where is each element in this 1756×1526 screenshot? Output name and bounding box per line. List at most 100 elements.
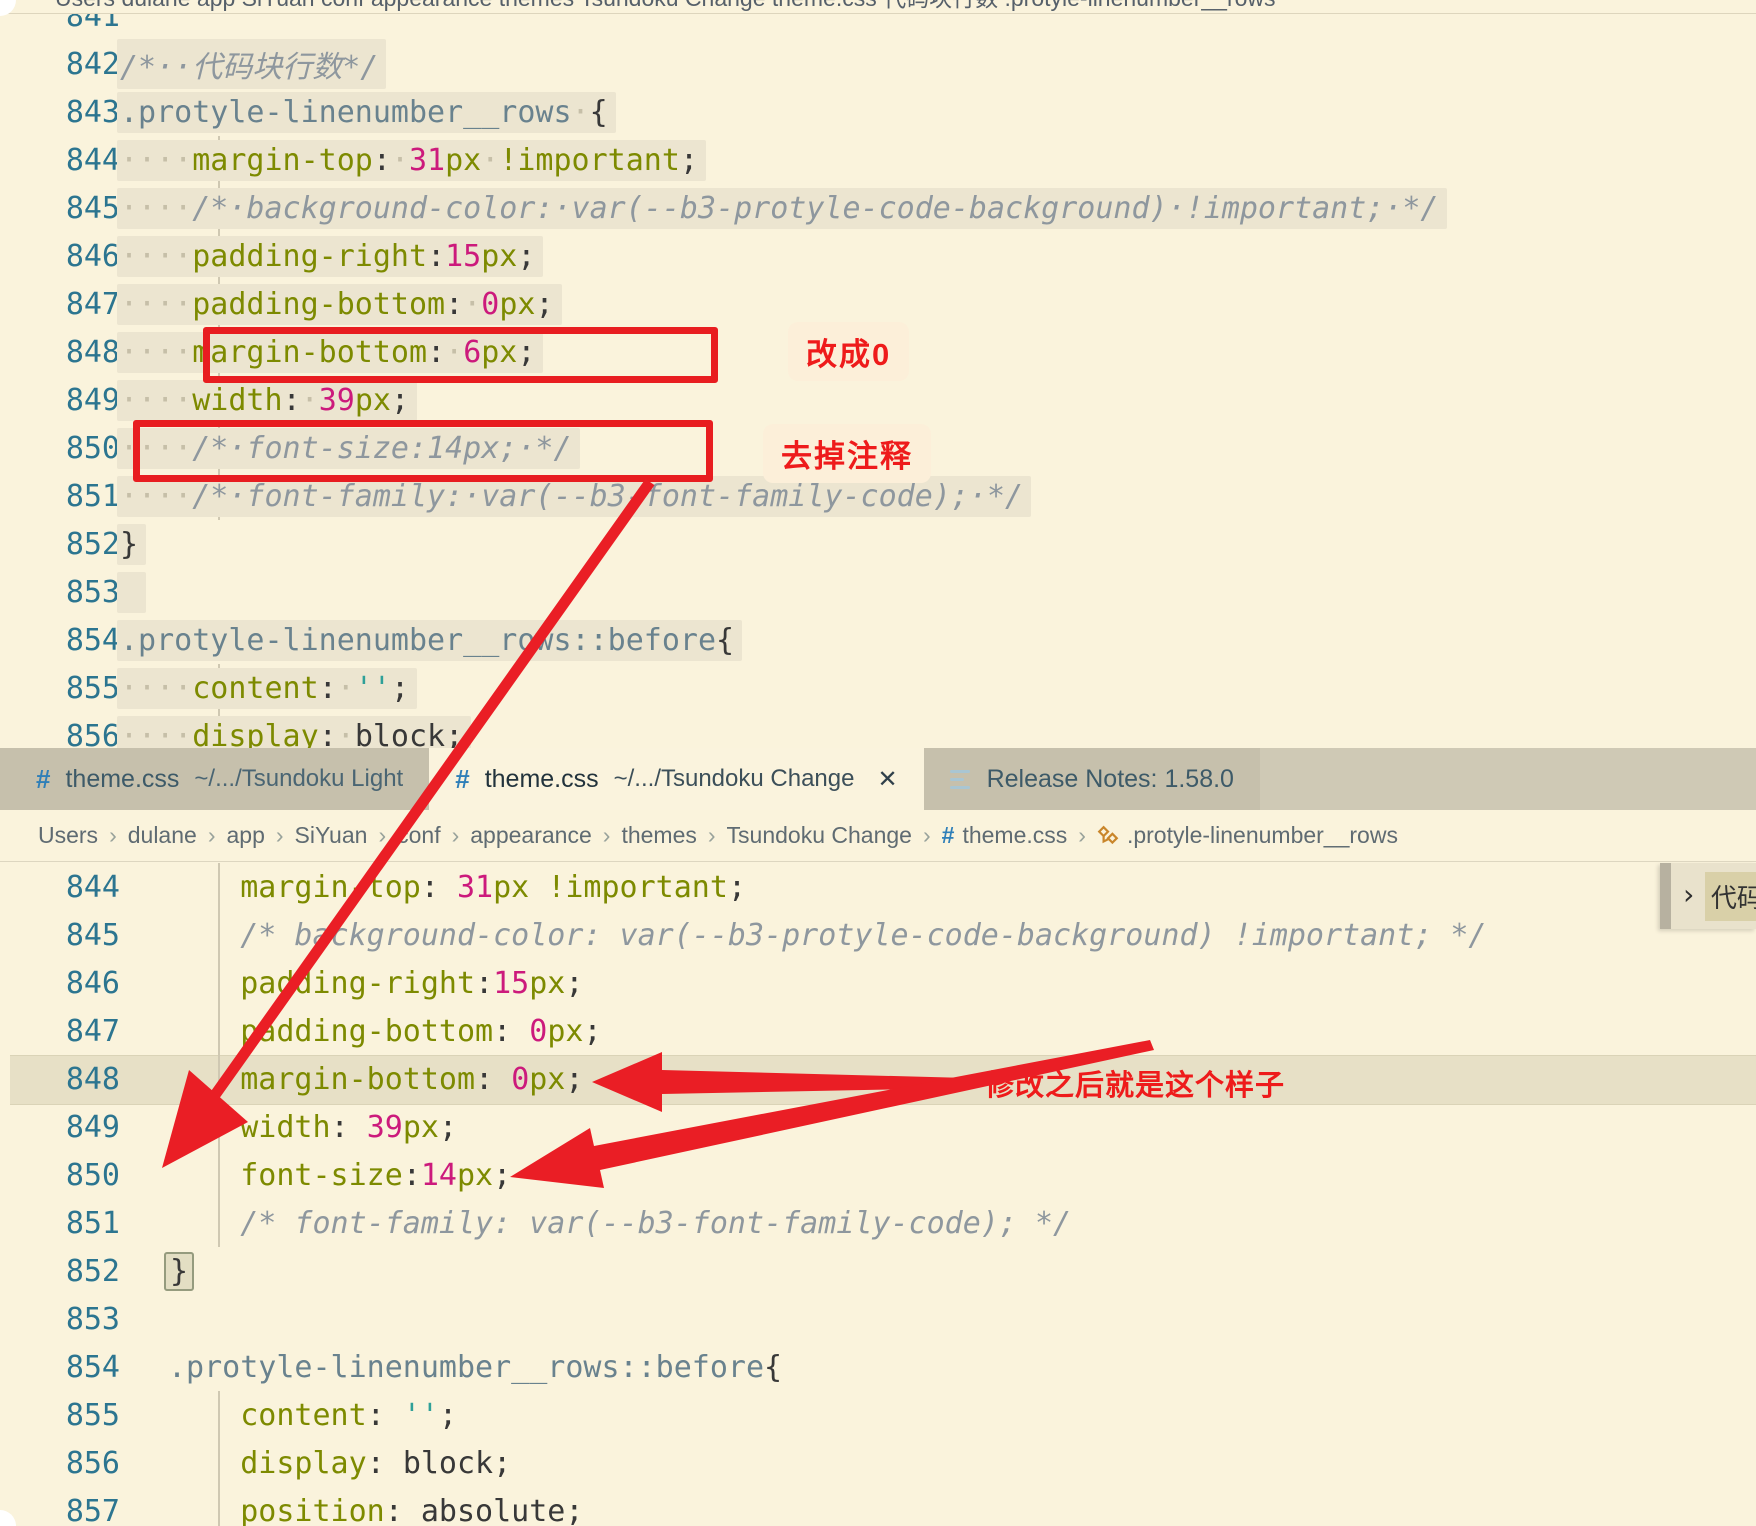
line-number[interactable]: 852 bbox=[0, 527, 120, 562]
line-number[interactable]: 855 bbox=[0, 1398, 120, 1433]
code-line[interactable]: 846 padding-right:15px; bbox=[0, 959, 1756, 1007]
code-line[interactable]: 842/*··代码块行数*/ bbox=[0, 39, 1756, 89]
line-number[interactable]: 856 bbox=[0, 1446, 120, 1481]
line-number[interactable]: 847 bbox=[0, 1014, 120, 1049]
breadcrumb-item-tsundoku-change[interactable]: Tsundoku Change bbox=[727, 822, 912, 849]
code-token: px bbox=[402, 1109, 439, 1145]
code-line[interactable]: 844 margin-top: 31px !important; bbox=[0, 863, 1756, 911]
line-number[interactable]: 854 bbox=[0, 623, 120, 658]
code-line[interactable]: 843 .protyle-linenumber__rows·{ bbox=[0, 88, 1756, 136]
chevron-right-icon[interactable]: › bbox=[1680, 878, 1697, 911]
code-token: margin-top bbox=[240, 869, 421, 905]
line-number[interactable]: 852 bbox=[0, 1254, 120, 1289]
breadcrumb-item-theme-css[interactable]: # theme.css bbox=[942, 822, 1068, 849]
code-token: position bbox=[240, 1493, 385, 1526]
code-token: display bbox=[240, 1445, 367, 1481]
line-number[interactable]: 846 bbox=[0, 966, 120, 1001]
breadcrumb-label: conf bbox=[397, 822, 441, 848]
line-number[interactable]: 844 bbox=[0, 143, 120, 178]
list-icon bbox=[949, 769, 972, 789]
line-number[interactable]: 848 bbox=[0, 335, 120, 370]
line-number[interactable]: 844 bbox=[0, 870, 120, 905]
line-number[interactable]: 856 bbox=[0, 719, 120, 749]
minimap-peek-widget[interactable]: › 代码块行数 bbox=[1660, 863, 1756, 929]
code-text: content: ''; bbox=[168, 1398, 457, 1433]
breadcrumb-item-dulane[interactable]: dulane bbox=[128, 822, 197, 849]
code-line[interactable]: 845 ····/*·background-color:·var(--b3-pro… bbox=[0, 184, 1756, 232]
line-number[interactable]: 847 bbox=[0, 287, 120, 322]
code-line[interactable]: 852} bbox=[0, 1247, 1756, 1295]
code-line[interactable]: 855 ····content:·''; bbox=[0, 664, 1756, 712]
code-token: : bbox=[318, 670, 337, 706]
code-line[interactable]: 848 margin-bottom: 0px; bbox=[0, 1055, 1756, 1103]
code-token: : bbox=[330, 1109, 349, 1145]
code-line[interactable]: 852} bbox=[0, 520, 1756, 568]
code-line[interactable]: 853 bbox=[0, 568, 1756, 616]
breadcrumb-label: Users bbox=[38, 822, 99, 848]
code-line[interactable]: 856 ····display:·block; bbox=[0, 712, 1756, 748]
code-line[interactable]: 854 .protyle-linenumber__rows::before{ bbox=[0, 616, 1756, 664]
line-number[interactable]: 842 bbox=[0, 47, 120, 82]
breadcrumb-item-themes[interactable]: themes bbox=[621, 822, 696, 849]
line-number[interactable]: 851 bbox=[0, 479, 120, 514]
line-number[interactable]: 855 bbox=[0, 671, 120, 706]
line-number[interactable]: 848 bbox=[0, 1062, 120, 1097]
editor-pane-bottom[interactable]: 844 margin-top: 31px !important; 845 /* b… bbox=[0, 862, 1756, 1526]
code-line[interactable]: 855 content: ''; bbox=[0, 1391, 1756, 1439]
breadcrumb-separator: › bbox=[1078, 822, 1086, 848]
line-number[interactable]: 845 bbox=[0, 191, 120, 226]
code-line[interactable]: 845 /* background-color: var(--b3-protyl… bbox=[0, 911, 1756, 959]
line-number[interactable]: 849 bbox=[0, 1110, 120, 1145]
breadcrumb-item-appearance[interactable]: appearance bbox=[470, 822, 592, 849]
annotation-after-note: 修改之后就是这个样子 bbox=[985, 1070, 1286, 1102]
code-token: px bbox=[499, 286, 536, 322]
code-line[interactable]: 850 font-size:14px; bbox=[0, 1151, 1756, 1199]
code-token: ; bbox=[583, 1013, 602, 1049]
line-number[interactable]: 843 bbox=[0, 95, 120, 130]
code-line[interactable]: 856 display: block; bbox=[0, 1439, 1756, 1487]
line-number[interactable]: 851 bbox=[0, 1206, 120, 1241]
line-number[interactable]: 853 bbox=[0, 575, 120, 610]
line-number[interactable]: 850 bbox=[0, 1158, 120, 1193]
breadcrumb-item--protyle-linenumber-rows[interactable]: .protyle-linenumber__rows bbox=[1097, 822, 1398, 849]
code-line[interactable]: 846 ····padding-right:15px; bbox=[0, 232, 1756, 280]
code-line[interactable]: 849 ····width:·39px; bbox=[0, 376, 1756, 424]
breadcrumb-item-siyuan[interactable]: SiYuan bbox=[295, 822, 368, 849]
code-line[interactable]: 844 ····margin-top:·31px·!important; bbox=[0, 136, 1756, 184]
line-number[interactable]: 854 bbox=[0, 1350, 120, 1385]
line-number[interactable]: 845 bbox=[0, 918, 120, 953]
line-number[interactable]: 849 bbox=[0, 383, 120, 418]
line-number[interactable]: 846 bbox=[0, 239, 120, 274]
code-line[interactable]: 854 .protyle-linenumber__rows::before{ bbox=[0, 1343, 1756, 1391]
code-token: /* font-family: var(--b3-font-family-cod… bbox=[240, 1205, 1072, 1241]
code-line[interactable]: 847 ····padding-bottom:·0px; bbox=[0, 280, 1756, 328]
code-token: 0 bbox=[511, 1061, 530, 1097]
code-line[interactable]: 847 padding-bottom: 0px; bbox=[0, 1007, 1756, 1055]
code-token: '' bbox=[402, 1397, 439, 1433]
code-token: : bbox=[366, 1445, 385, 1481]
tab-release-notes-1-58-0[interactable]: Release Notes: 1.58.0 bbox=[923, 748, 1260, 810]
code-token: .protyle-linenumber__rows::before bbox=[120, 622, 717, 658]
line-number[interactable]: 850 bbox=[0, 431, 120, 466]
code-token: ; bbox=[493, 1445, 512, 1481]
breadcrumb-label: .protyle-linenumber__rows bbox=[1126, 822, 1398, 848]
breadcrumb-item-conf[interactable]: conf bbox=[397, 822, 440, 849]
code-text: font-size:14px; bbox=[168, 1158, 511, 1193]
code-line[interactable]: 853 bbox=[0, 1295, 1756, 1343]
tab-theme-css[interactable]: # theme.css ~/.../Tsundoku Change ✕ bbox=[429, 748, 924, 810]
tab-theme-css[interactable]: # theme.css ~/.../Tsundoku Light bbox=[10, 748, 430, 810]
code-line[interactable]: 849 width: 39px; bbox=[0, 1103, 1756, 1151]
breadcrumb-item-app[interactable]: app bbox=[226, 822, 264, 849]
close-icon[interactable]: ✕ bbox=[877, 765, 897, 794]
code-line[interactable]: 851 /* font-family: var(--b3-font-family… bbox=[0, 1199, 1756, 1247]
line-number[interactable]: 857 bbox=[0, 1494, 120, 1526]
line-number[interactable]: 853 bbox=[0, 1302, 120, 1337]
scrollbar[interactable] bbox=[1660, 863, 1671, 929]
code-line[interactable]: 857 position: absolute; bbox=[0, 1487, 1756, 1526]
breadcrumb-item-users[interactable]: Users bbox=[38, 822, 98, 849]
